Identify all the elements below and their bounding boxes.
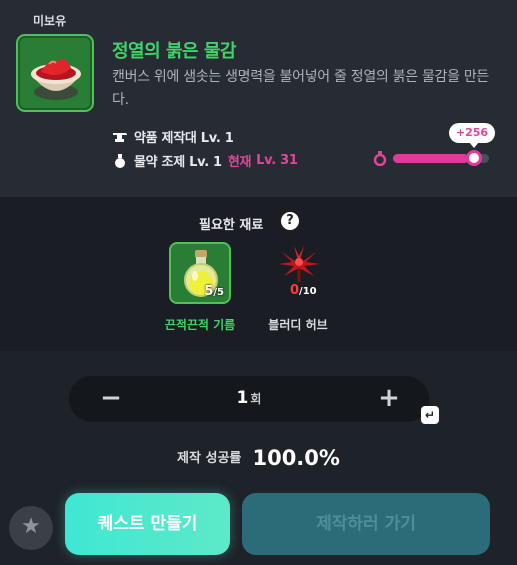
help-icon[interactable]: ? — [281, 212, 299, 230]
exp-gauge-knob — [466, 150, 482, 166]
material-herb-name: 블러디 허브 — [268, 318, 328, 332]
favorite-star-icon[interactable]: ★ — [9, 506, 53, 550]
ownership-status: 미보유 — [33, 14, 67, 28]
quantity-stepper: − 1회 + — [69, 376, 429, 422]
success-rate-value: 100.0% — [252, 446, 340, 470]
current-level-label: 현재 — [227, 155, 252, 170]
recipe-item-frame — [16, 34, 94, 112]
anvil-icon — [113, 132, 127, 142]
current-level-value: Lv. 31 — [256, 153, 298, 168]
go-craft-button[interactable]: 제작하러 가기 — [242, 493, 490, 555]
exp-gauge-fill — [393, 154, 468, 163]
red-paint-bowl-icon — [31, 59, 81, 100]
material-oil-count: 5/5 — [204, 284, 224, 299]
material-slot-oil[interactable]: 5/5 — [169, 242, 231, 304]
potion-flask-icon — [115, 153, 125, 168]
red-herb-icon[interactable] — [270, 242, 328, 286]
materials-title: 필요한 재료 — [199, 218, 264, 233]
material-herb-count: 0/10 — [290, 283, 317, 298]
recipe-title: 정열의 붉은 물감 — [112, 41, 236, 62]
quantity-value[interactable]: 1회 — [219, 388, 279, 408]
requirement-workbench: 약품 제작대 Lv. 1 — [112, 127, 234, 146]
success-rate: 제작 성공률 100.0% — [0, 446, 517, 470]
exp-flask-icon — [373, 151, 387, 166]
decrease-button[interactable]: − — [99, 385, 123, 411]
requirement-workbench-label: 약품 제작대 Lv. 1 — [134, 131, 234, 146]
increase-button[interactable]: + — [377, 385, 401, 411]
success-rate-label: 제작 성공률 — [177, 451, 242, 466]
create-quest-button[interactable]: 퀘스트 만들기 — [65, 493, 230, 555]
material-oil-name: 끈적끈적 기름 — [164, 318, 236, 332]
exp-gain-bubble: +256 — [449, 123, 495, 148]
requirement-skill: 물약 조제 Lv. 1 현재 Lv. 31 — [112, 151, 298, 170]
requirement-skill-label: 물약 조제 Lv. 1 — [134, 155, 222, 170]
recipe-description: 캔버스 위에 샘솟는 생명력을 불어넣어 줄 정열의 붉은 물감을 만든다. — [112, 69, 490, 108]
enter-key-icon[interactable]: ↵ — [421, 406, 439, 424]
